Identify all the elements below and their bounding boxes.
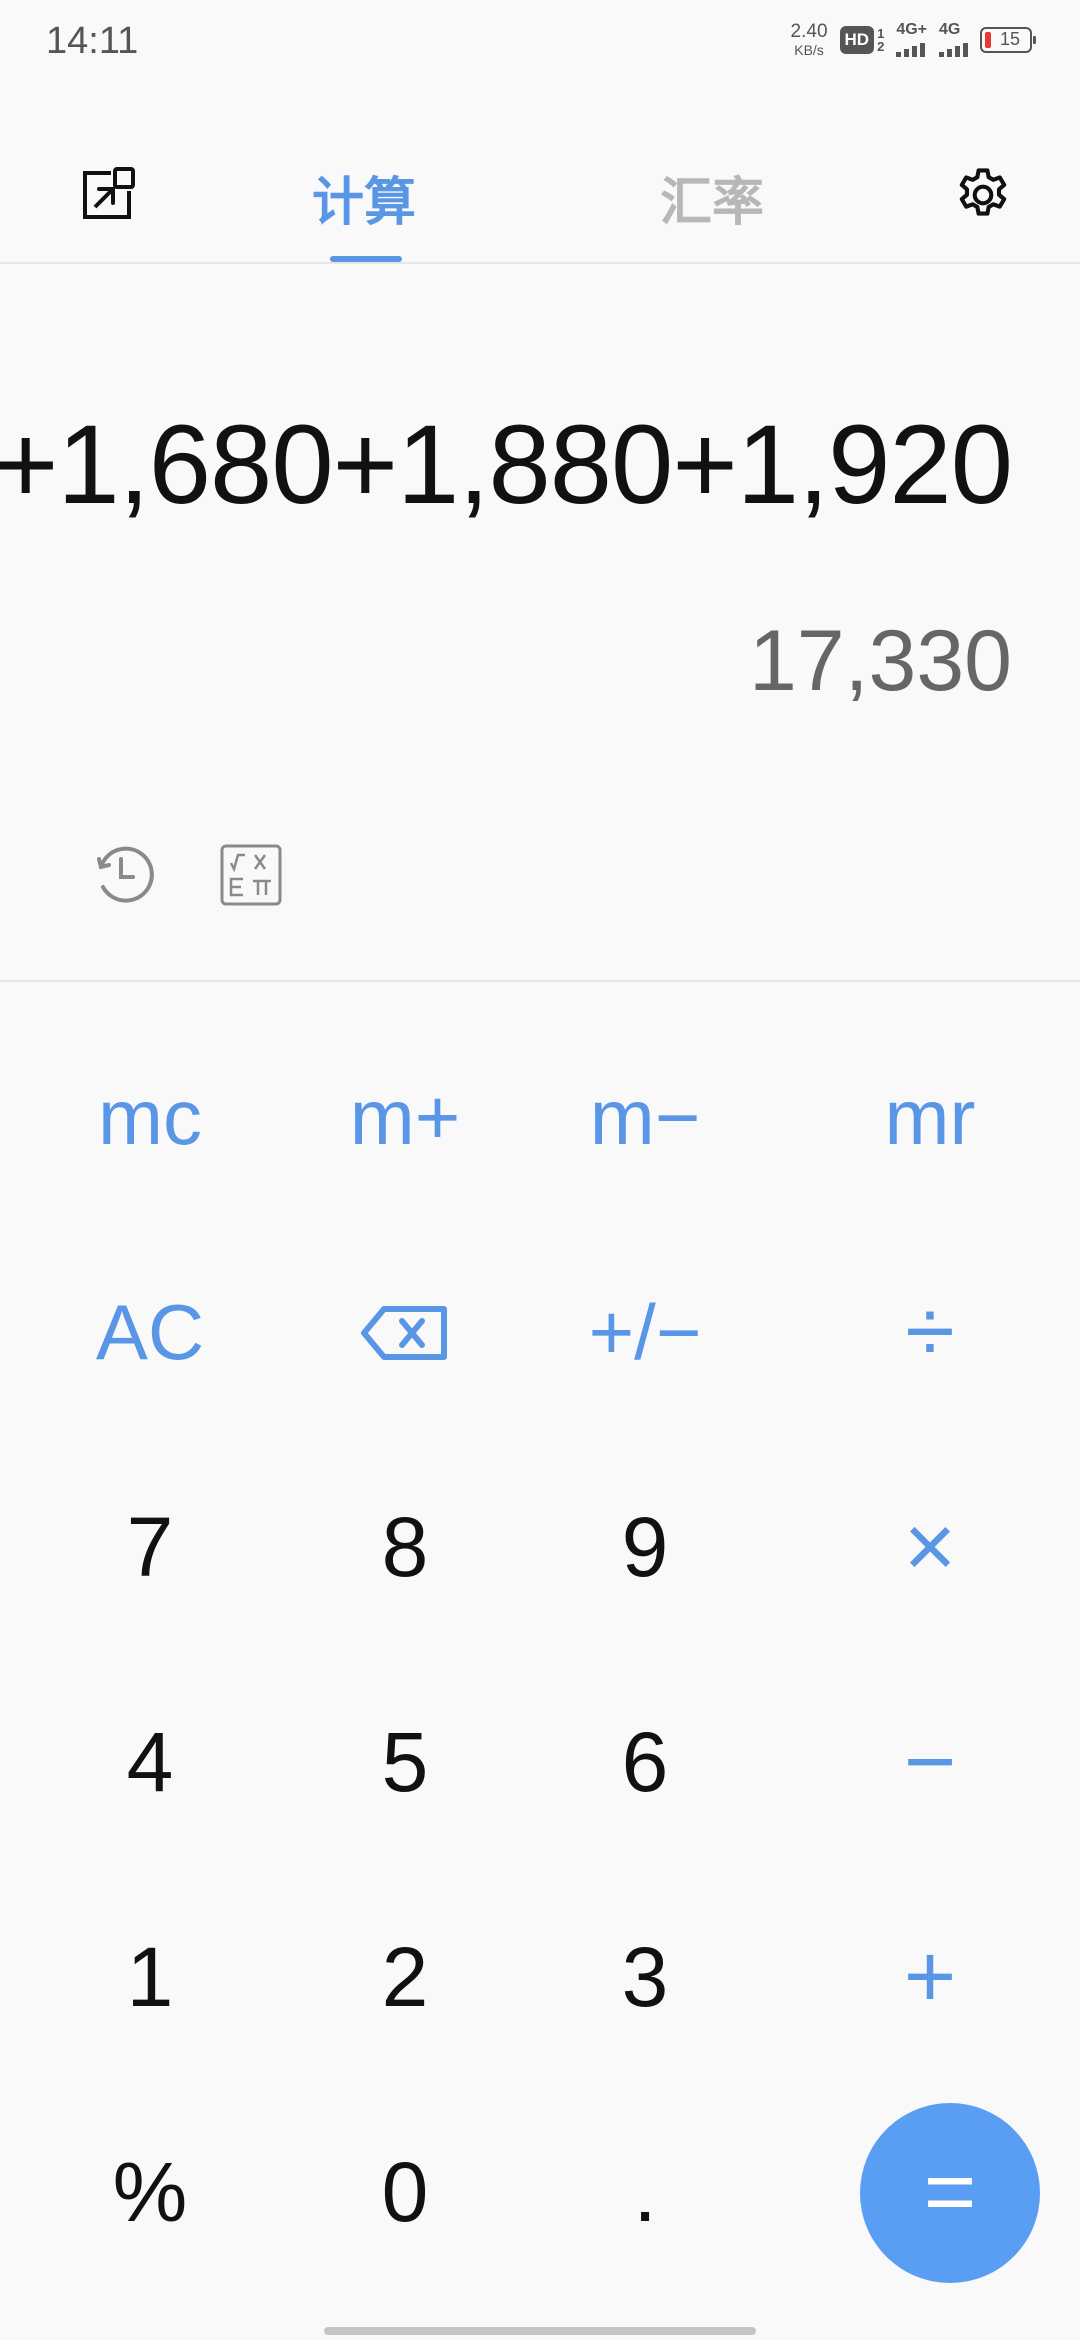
signal-sim1-icon: 4G+ — [896, 22, 927, 57]
home-indicator[interactable] — [324, 2327, 756, 2335]
tab-exchange-rate[interactable]: 汇率 — [660, 160, 764, 235]
network-speed-value: 2.40 — [790, 21, 828, 42]
digit-9-button[interactable]: 9 — [510, 1440, 780, 1655]
sim2-label: 2 — [877, 38, 885, 54]
tab-calculate[interactable]: 计算 — [312, 160, 416, 235]
battery-level: 15 — [999, 29, 1021, 49]
backspace-button[interactable] — [300, 1225, 510, 1440]
digit-2-button[interactable]: 2 — [300, 1870, 510, 2085]
status-icons: 2.40 KB/s HD 1 2 4G+ 4G 15 — [791, 22, 1036, 57]
digit-0-button[interactable]: 0 — [300, 2085, 510, 2300]
digit-3-button[interactable]: 3 — [510, 1870, 780, 2085]
percent-button[interactable]: % — [0, 2085, 300, 2300]
expression-display: +1,680+1,880+1,920 — [0, 402, 1013, 527]
history-icon[interactable] — [88, 840, 158, 910]
memory-recall-button[interactable]: mr — [780, 1010, 1080, 1225]
calculator-screen: 14:11 2.40 KB/s HD 1 2 4G+ 4G 15 计算 汇率 +… — [0, 0, 1080, 2340]
header-divider — [0, 262, 1080, 264]
digit-4-button[interactable]: 4 — [0, 1655, 300, 1870]
signal-sim2-icon: 4G — [939, 22, 968, 57]
result-display: 17,330 — [748, 613, 1012, 709]
digit-8-button[interactable]: 8 — [300, 1440, 510, 1655]
memory-add-button[interactable]: m+ — [300, 1010, 510, 1225]
plus-minus-button[interactable]: +/− — [510, 1225, 780, 1440]
sim1-label: 1 — [877, 25, 885, 41]
memory-clear-button[interactable]: mc — [0, 1010, 300, 1225]
all-clear-button[interactable]: AC — [0, 1225, 300, 1440]
network-type-1: 4G+ — [896, 21, 927, 38]
network-type-2: 4G — [939, 21, 961, 38]
digit-6-button[interactable]: 6 — [510, 1655, 780, 1870]
float-window-icon[interactable] — [72, 160, 142, 230]
multiply-button[interactable]: × — [780, 1440, 1080, 1655]
digit-7-button[interactable]: 7 — [0, 1440, 300, 1655]
divide-button[interactable]: ÷ — [780, 1225, 1080, 1440]
digit-5-button[interactable]: 5 — [300, 1655, 510, 1870]
subtract-button[interactable]: − — [780, 1655, 1080, 1870]
decimal-point-button[interactable]: . — [510, 2085, 780, 2300]
network-speed: 2.40 KB/s — [791, 22, 828, 57]
status-time: 14:11 — [46, 20, 139, 62]
hd-label: HD — [839, 25, 875, 54]
equals-button[interactable]: = — [860, 2102, 1040, 2283]
scientific-mode-icon[interactable] — [216, 840, 286, 910]
add-button[interactable]: + — [780, 1870, 1080, 2085]
hd-voice-icon: HD 1 2 — [839, 25, 885, 54]
digit-1-button[interactable]: 1 — [0, 1870, 300, 2085]
status-bar: 14:11 2.40 KB/s HD 1 2 4G+ 4G 15 — [0, 0, 1080, 84]
keypad: mc m+ m− mr AC +/− ÷ 7 8 9 × 4 5 6 − 1 2… — [0, 1010, 1080, 2310]
settings-gear-icon[interactable] — [948, 160, 1018, 230]
backspace-icon — [361, 1305, 447, 1360]
app-header: 计算 汇率 — [0, 120, 1080, 262]
battery-icon: 15 — [980, 26, 1036, 53]
memory-subtract-button[interactable]: m− — [510, 1010, 780, 1225]
network-speed-unit: KB/s — [794, 42, 824, 58]
equals-button-wrapper: = — [780, 2085, 1080, 2300]
keypad-divider — [0, 980, 1080, 982]
